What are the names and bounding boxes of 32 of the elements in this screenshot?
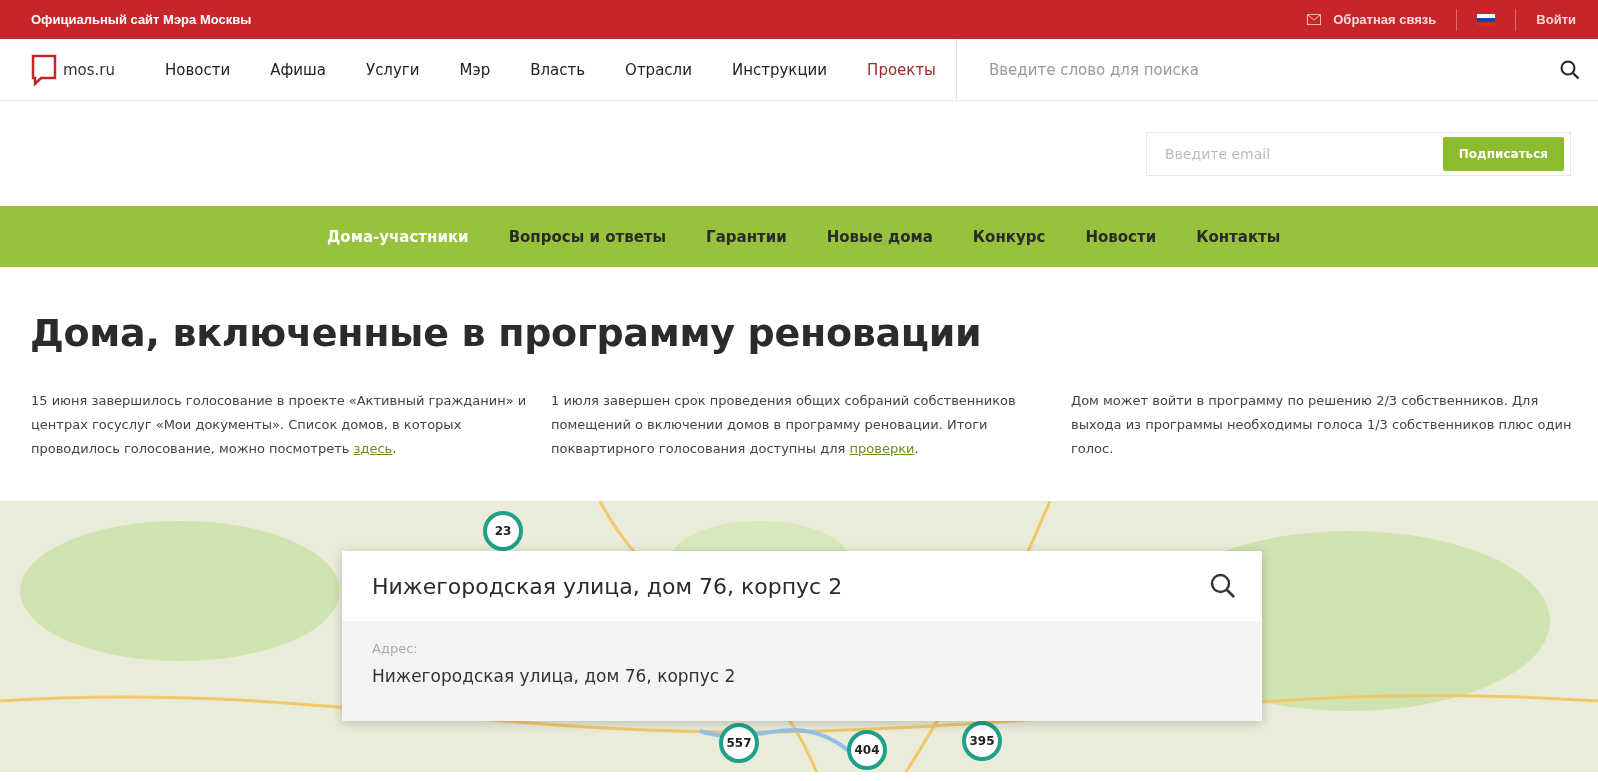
login-link[interactable]: Войти [1536,12,1576,27]
nav-link[interactable]: Услуги [346,60,440,79]
address-value: Нижегородская улица, дом 76, корпус 2 [372,573,843,599]
section-nav-link[interactable]: Конкурс [972,227,1046,246]
address-search-field[interactable]: Нижегородская улица, дом 76, корпус 2 [342,551,1262,621]
speech-bubble-icon [31,53,57,86]
info-paragraph: 1 июля завершен срок проведения общих собраний собственников помещений о включении домов в программу реновации. Итоги поквартирного голосования доступны для проверки. [551,392,1017,458]
nav-link[interactable]: Власть [510,60,606,79]
mail-icon [1307,14,1322,25]
nav-link[interactable]: Проекты [847,60,956,79]
page-title: Дома, включенные в программу реновации [30,311,983,357]
logo[interactable]: mos.ru [0,53,145,86]
nav-link[interactable]: Новости [145,60,251,79]
section-nav-link[interactable]: Новости [1085,227,1157,246]
flag-icon[interactable] [1477,13,1496,26]
text-link[interactable]: проверки [849,441,915,456]
search-icon[interactable] [1560,59,1580,80]
site-title: Официальный сайт Мэра Москвы [31,12,252,27]
section-nav-link[interactable]: Контакты [1196,227,1281,246]
search-result-item[interactable]: Адрес: Нижегородская улица, дом 76, корпус 2 [342,621,1262,721]
nav-link[interactable]: Афиша [250,60,346,79]
search-icon[interactable] [1210,573,1236,599]
nav-link[interactable]: Отрасли [605,60,712,79]
nav-link[interactable]: Мэр [439,60,511,79]
section-nav-link[interactable]: Вопросы и ответы [508,227,667,246]
search-field[interactable]: Введите слово для поиска [986,59,1560,80]
section-nav-link[interactable]: Новые дома [826,227,933,246]
section-nav-link[interactable]: Гарантии [706,227,787,246]
info-paragraph: Дом может войти в программу по решению 2/3 собственников. Для выхода из программы необходимы голоса 1/3 собственников плюс один голос. [1071,392,1573,458]
nav-link[interactable]: Инструкции [711,60,848,79]
feedback-link[interactable]: Обратная связь [1307,12,1437,27]
info-paragraph: 15 июня завершилось голосование в проекте «Активный гражданин» и центрах госуслуг «Мои документы». Список домов, в которых проводилось голосование, можно посмотреть здесь. [31,392,528,458]
